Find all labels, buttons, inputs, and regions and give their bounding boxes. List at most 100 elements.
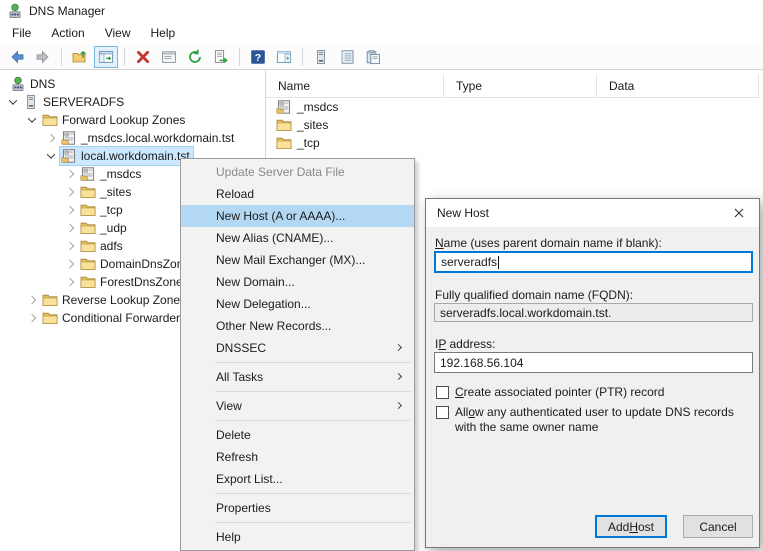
- tree-item-label: adfs: [100, 239, 123, 253]
- folder-icon: [276, 117, 292, 133]
- toolbar-up-one-level-button[interactable]: [68, 46, 92, 68]
- list-item-label: _tcp: [297, 136, 320, 150]
- menu-separator: [215, 420, 411, 421]
- menu-item-new-delegation[interactable]: New Delegation...: [181, 293, 414, 315]
- menu-item-reload[interactable]: Reload: [181, 183, 414, 205]
- list-item-tcp[interactable]: _tcp: [266, 134, 763, 152]
- tree-item-msdcs-local-workdomain-tst[interactable]: _msdcs.local.workdomain.tst: [0, 129, 265, 147]
- delete-icon: [135, 49, 151, 65]
- menu-item-label: View: [216, 399, 242, 413]
- menu-item-new-alias[interactable]: New Alias (CNAME)...: [181, 227, 414, 249]
- action-pane-icon: [276, 49, 292, 65]
- server-icon: [23, 94, 39, 110]
- tree-item-forward-lookup-zones[interactable]: Forward Lookup Zones: [0, 111, 265, 129]
- folder-icon: [80, 184, 96, 200]
- properties-icon: [161, 49, 177, 65]
- chevron-collapsed-icon[interactable]: [61, 205, 78, 215]
- menu-item-delete[interactable]: Delete: [181, 424, 414, 446]
- fqdn-value: serveradfs.local.workdomain.tst.: [440, 305, 612, 320]
- menu-item-dnssec[interactable]: DNSSEC: [181, 337, 414, 359]
- name-input[interactable]: serveradfs: [434, 251, 753, 273]
- toolbar-show-console-tree-button[interactable]: [94, 45, 118, 68]
- chevron-collapsed-icon[interactable]: [61, 241, 78, 251]
- tree-item-label: Conditional Forwarders: [62, 311, 187, 325]
- folder-icon: [80, 220, 96, 236]
- cancel-button[interactable]: Cancel: [683, 515, 753, 538]
- folder-icon: [80, 256, 96, 272]
- add-host-button[interactable]: Add Host: [595, 515, 667, 538]
- dialog-title: New Host: [437, 206, 490, 220]
- menu-action[interactable]: Action: [41, 23, 94, 43]
- allow-update-checkbox-label: Allow any authenticated user to update D…: [455, 405, 734, 434]
- fqdn-label: Fully qualified domain name (FQDN):: [435, 288, 634, 302]
- menu-item-all-tasks[interactable]: All Tasks: [181, 366, 414, 388]
- up-one-level-icon: [72, 49, 88, 65]
- menu-item-properties[interactable]: Properties: [181, 497, 414, 519]
- tree-item-dns[interactable]: DNS: [0, 75, 265, 93]
- chevron-expanded-icon[interactable]: [4, 96, 21, 105]
- menu-item-new-mail-exchanger[interactable]: New Mail Exchanger (MX)...: [181, 249, 414, 271]
- chevron-collapsed-icon[interactable]: [61, 223, 78, 233]
- list-header: Name Type Data: [266, 74, 759, 98]
- chevron-expanded-icon[interactable]: [42, 150, 59, 159]
- toolbar-export-list-button[interactable]: [209, 46, 233, 68]
- toolbar-refresh-button[interactable]: [183, 46, 207, 68]
- folder-icon: [42, 310, 58, 326]
- menu-item-new-host[interactable]: New Host (A or AAAA)...: [181, 205, 414, 227]
- ptr-record-checkbox[interactable]: [436, 386, 449, 399]
- toolbar-server-button[interactable]: [309, 46, 333, 68]
- chevron-collapsed-icon[interactable]: [23, 313, 40, 323]
- menu-separator: [215, 493, 411, 494]
- toolbar-properties-button[interactable]: [157, 46, 181, 68]
- tree-item-serveradfs[interactable]: SERVERADFS: [0, 93, 265, 111]
- title-bar: DNS Manager: [0, 0, 763, 22]
- forward-icon: [35, 49, 51, 65]
- zone-icon: [80, 166, 96, 182]
- dialog-close-button[interactable]: [719, 199, 759, 227]
- toolbar-forward-button[interactable]: [31, 46, 55, 68]
- menu-separator: [215, 522, 411, 523]
- tree-item-label: Forward Lookup Zones: [62, 113, 186, 127]
- chevron-collapsed-icon[interactable]: [23, 295, 40, 305]
- chevron-collapsed-icon[interactable]: [61, 169, 78, 179]
- list-item-msdcs[interactable]: _msdcs: [266, 98, 763, 116]
- allow-update-checkbox[interactable]: [436, 406, 449, 419]
- record-list-icon: [339, 49, 355, 65]
- toolbar-record-list-button[interactable]: [335, 46, 359, 68]
- menu-view[interactable]: View: [95, 23, 141, 43]
- fqdn-readonly-field: serveradfs.local.workdomain.tst.: [434, 303, 753, 322]
- tree-item-label: DNS: [30, 77, 56, 91]
- tree-item-label: _udp: [100, 221, 127, 235]
- menu-help[interactable]: Help: [141, 23, 186, 43]
- menu-item-label: All Tasks: [216, 370, 264, 384]
- menu-separator: [215, 362, 411, 363]
- refresh-icon: [187, 49, 203, 65]
- menu-item-help[interactable]: Help: [181, 526, 414, 548]
- menu-item-other-new-records[interactable]: Other New Records...: [181, 315, 414, 337]
- dns-root-icon: [10, 76, 26, 92]
- folder-icon: [80, 238, 96, 254]
- toolbar-back-button[interactable]: [5, 46, 29, 68]
- ip-address-input[interactable]: 192.168.56.104: [434, 352, 753, 373]
- list-item-sites[interactable]: _sites: [266, 116, 763, 134]
- chevron-collapsed-icon[interactable]: [61, 187, 78, 197]
- toolbar-help-button[interactable]: [246, 46, 270, 68]
- column-header-name[interactable]: Name: [266, 74, 444, 97]
- chevron-collapsed-icon[interactable]: [61, 259, 78, 269]
- menu-file[interactable]: File: [2, 23, 41, 43]
- chevron-collapsed-icon[interactable]: [61, 277, 78, 287]
- folder-icon: [80, 202, 96, 218]
- folder-icon: [42, 292, 58, 308]
- chevron-expanded-icon[interactable]: [23, 114, 40, 123]
- menu-item-refresh[interactable]: Refresh: [181, 446, 414, 468]
- chevron-collapsed-icon[interactable]: [42, 133, 59, 143]
- menu-item-new-domain[interactable]: New Domain...: [181, 271, 414, 293]
- folder-icon: [276, 135, 292, 151]
- menu-item-export-list[interactable]: Export List...: [181, 468, 414, 490]
- toolbar-clipboard-button[interactable]: [361, 46, 385, 68]
- menu-item-view[interactable]: View: [181, 395, 414, 417]
- column-header-data[interactable]: Data: [597, 74, 759, 97]
- toolbar-show-action-pane-button[interactable]: [272, 46, 296, 68]
- toolbar-delete-button[interactable]: [131, 46, 155, 68]
- column-header-type[interactable]: Type: [444, 74, 597, 97]
